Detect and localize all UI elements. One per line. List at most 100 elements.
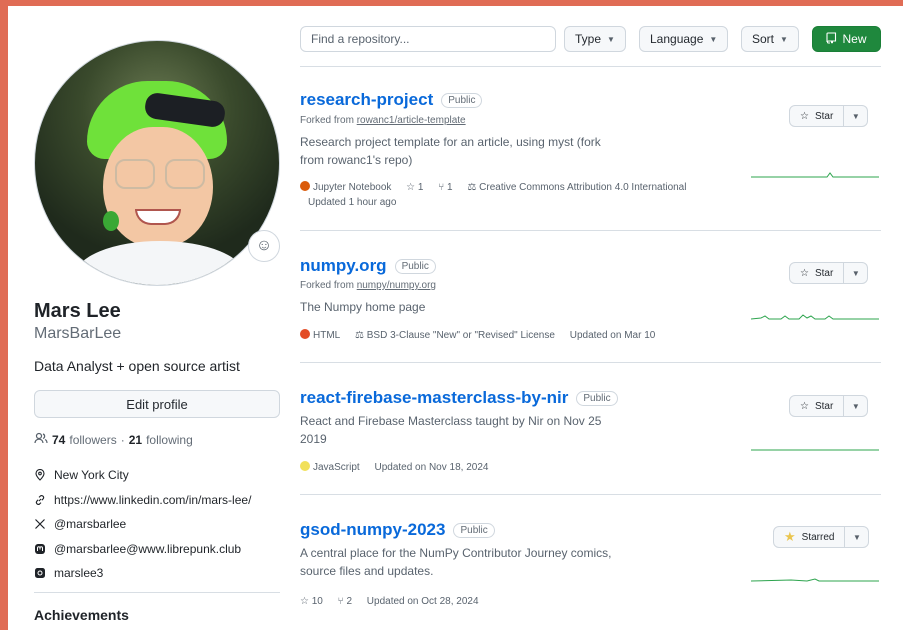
activity-sparkline — [751, 172, 879, 178]
chevron-down-icon: ▼ — [780, 34, 788, 44]
mastodon-icon — [34, 543, 46, 555]
repo-updated: Updated on Nov 18, 2024 — [374, 462, 489, 473]
repo-divider — [300, 494, 881, 495]
stargazers-link[interactable]: ☆ 1 — [406, 182, 423, 193]
activity-sparkline — [751, 449, 879, 451]
license-icon: ⚖ — [467, 182, 477, 193]
achievements-heading: Achievements — [34, 607, 129, 623]
location-icon — [34, 469, 46, 482]
sort-button[interactable]: Sort ▼ — [741, 26, 799, 52]
forked-source-link[interactable]: rowanc1/article-template — [357, 115, 466, 126]
star-list-dropdown[interactable]: ▼ — [844, 262, 869, 284]
star-button-group: ☆ Star ▼ — [789, 262, 869, 284]
repo-meta: HTML ⚖ BSD 3-Clause "New" or "Revised" L… — [300, 328, 860, 343]
fork-icon: ⑂ — [438, 182, 445, 193]
star-button[interactable]: ☆ Star — [789, 105, 845, 127]
unstar-button[interactable]: ★ Starred — [773, 526, 846, 548]
starred-star-icon: ★ — [784, 529, 796, 544]
detail-mastodon[interactable]: @marsbarlee@www.librepunk.club — [34, 537, 251, 562]
language-color-dot — [300, 181, 310, 191]
star-icon: ☆ — [800, 400, 809, 412]
followers-count[interactable]: 74 — [52, 433, 65, 447]
profile-page: ☺ Mars Lee MarsBarLee Data Analyst + ope… — [8, 6, 903, 630]
language-filter-button[interactable]: Language ▼ — [639, 26, 729, 52]
chevron-down-icon: ▼ — [709, 34, 718, 44]
chevron-down-icon: ▼ — [607, 34, 615, 44]
repo-description: A central place for the NumPy Contributo… — [300, 546, 612, 578]
repo-name-link[interactable]: react-firebase-masterclass-by-nir — [300, 388, 568, 408]
stargazers-link[interactable]: ☆ 10 — [300, 596, 323, 607]
followers-link[interactable]: followers — [69, 433, 116, 447]
detail-website[interactable]: https://www.linkedin.com/in/mars-lee/ — [34, 488, 251, 513]
detail-text[interactable]: @marsbarlee — [54, 517, 126, 531]
star-button[interactable]: ☆ Star — [789, 262, 845, 284]
profile-sidebar: ☺ Mars Lee MarsBarLee Data Analyst + ope… — [34, 6, 280, 630]
set-status-smiley-icon[interactable]: ☺ — [248, 230, 280, 262]
forked-prefix: Forked from — [300, 115, 354, 126]
star-list-dropdown[interactable]: ▼ — [844, 395, 869, 417]
star-icon: ☆ — [800, 110, 809, 122]
star-list-dropdown[interactable]: ▼ — [845, 526, 870, 548]
profile-bio: Data Analyst + open source artist — [34, 358, 240, 374]
repo-description: The Numpy home page — [300, 300, 426, 314]
forks-link[interactable]: ⑂ 2 — [338, 596, 352, 607]
visibility-badge: Public — [576, 390, 618, 406]
visibility-badge: Public — [453, 522, 495, 538]
forked-prefix: Forked from — [300, 280, 354, 291]
repo-description: React and Firebase Masterclass taught by… — [300, 414, 602, 446]
new-repository-button[interactable]: New — [812, 26, 881, 52]
repo-updated: Updated on Oct 28, 2024 — [366, 596, 479, 607]
activity-sparkline — [751, 578, 879, 582]
activity-sparkline — [751, 314, 879, 320]
repo-language: Jupyter Notebook — [313, 182, 392, 193]
avatar[interactable] — [34, 40, 280, 286]
repo-updated: Updated on Mar 10 — [569, 330, 656, 341]
forks-link[interactable]: ⑂ 1 — [438, 182, 452, 193]
edit-profile-button[interactable]: Edit profile — [34, 390, 280, 418]
following-link[interactable]: following — [146, 433, 193, 447]
detail-instagram[interactable]: marslee3 — [34, 561, 251, 586]
following-count[interactable]: 21 — [129, 433, 142, 447]
repo-language: JavaScript — [313, 462, 360, 473]
star-icon: ☆ — [406, 182, 416, 193]
repo-name-link[interactable]: gsod-numpy-2023 — [300, 520, 445, 540]
repo-name-link[interactable]: numpy.org — [300, 256, 387, 276]
star-icon: ☆ — [300, 596, 309, 607]
star-button-group: ☆ Star ▼ — [789, 105, 869, 127]
forked-from: Forked from rowanc1/article-template — [300, 115, 466, 126]
language-filter-label: Language — [650, 32, 704, 46]
detail-text[interactable]: https://www.linkedin.com/in/mars-lee/ — [54, 493, 251, 507]
repo-icon — [826, 31, 837, 47]
repo-description: Research project template for an article… — [300, 135, 601, 167]
sidebar-divider — [34, 592, 280, 593]
detail-x[interactable]: @marsbarlee — [34, 512, 251, 537]
repo-license: BSD 3-Clause "New" or "Revised" License — [366, 330, 555, 341]
repo-divider — [300, 362, 881, 363]
forked-from: Forked from numpy/numpy.org — [300, 280, 436, 291]
star-list-dropdown[interactable]: ▼ — [844, 105, 869, 127]
detail-text[interactable]: marslee3 — [54, 566, 103, 580]
repo-updated: Updated 1 hour ago — [308, 197, 397, 208]
detail-text[interactable]: @marsbarlee@www.librepunk.club — [54, 542, 241, 556]
repo-divider — [300, 230, 881, 231]
type-filter-label: Type — [575, 32, 602, 46]
language-color-dot — [300, 329, 310, 339]
x-twitter-icon — [34, 518, 46, 530]
star-button[interactable]: ☆ Star — [789, 395, 845, 417]
repo-name-link[interactable]: research-project — [300, 90, 433, 110]
repo-meta: Jupyter Notebook ☆ 1 ⑂ 1 ⚖ Creative Comm… — [300, 180, 720, 210]
visibility-badge: Public — [394, 258, 436, 274]
visibility-badge: Public — [441, 92, 483, 108]
sort-label: Sort — [752, 32, 775, 46]
new-button-label: New — [842, 32, 867, 46]
find-repository-input[interactable] — [300, 26, 556, 52]
license-icon: ⚖ — [355, 330, 364, 341]
instagram-icon — [34, 567, 46, 579]
type-filter-button[interactable]: Type ▼ — [564, 26, 626, 52]
repo-meta: JavaScript Updated on Nov 18, 2024 — [300, 460, 720, 475]
profile-username: MarsBarLee — [34, 325, 122, 342]
detail-location: New York City — [34, 463, 251, 488]
fork-icon: ⑂ — [337, 596, 344, 607]
forked-source-link[interactable]: numpy/numpy.org — [357, 280, 436, 291]
repo-meta: ☆ 10 ⑂ 2 Updated on Oct 28, 2024 — [300, 594, 720, 609]
